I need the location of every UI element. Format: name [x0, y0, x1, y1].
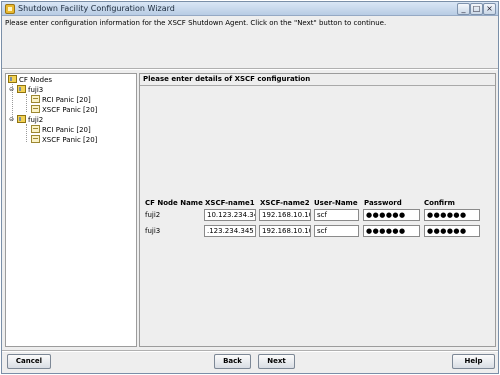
- confirm-password-field[interactable]: ●●●●●●: [424, 209, 480, 221]
- shutdown-agent-icon: [31, 105, 40, 113]
- tree-connector: [26, 124, 27, 142]
- column-header-confirm: Confirm: [424, 199, 455, 207]
- expand-toggle-icon[interactable]: ⊖: [9, 85, 15, 95]
- next-button[interactable]: Next: [258, 354, 295, 369]
- tree-leaf-rci-panic[interactable]: RCI Panic [20]: [31, 125, 91, 135]
- password-field[interactable]: ●●●●●●: [363, 225, 420, 237]
- shutdown-agent-icon: [31, 135, 40, 143]
- tree-node-label: fuji2: [28, 116, 44, 124]
- tree-leaf-xscf-panic[interactable]: XSCF Panic [20]: [31, 135, 97, 145]
- shutdown-agent-icon: [31, 125, 40, 133]
- column-header-user-name: User-Name: [314, 199, 358, 207]
- wizard-icon: [5, 4, 15, 14]
- xscf-name2-field[interactable]: 192.168.10.10: [259, 209, 311, 221]
- folder-node-icon: [8, 75, 17, 83]
- help-button[interactable]: Help: [452, 354, 495, 369]
- tree-connector: [26, 94, 27, 112]
- tree-node-fuji2[interactable]: fuji2: [17, 115, 43, 125]
- tree-leaf-label: XSCF Panic [20]: [42, 106, 98, 114]
- minimize-button[interactable]: _: [457, 3, 470, 15]
- details-separator: [140, 85, 495, 86]
- window-title: Shutdown Facility Configuration Wizard: [18, 4, 175, 13]
- column-header-password: Password: [364, 199, 402, 207]
- tree-root[interactable]: CF Nodes: [8, 75, 52, 85]
- xscf-name1-field[interactable]: .123.234.345: [204, 225, 256, 237]
- wizard-window: Shutdown Facility Configuration Wizard _…: [1, 1, 499, 374]
- xscf-name1-field[interactable]: 10.123.234.34: [204, 209, 256, 221]
- top-divider: [2, 68, 498, 70]
- expand-toggle-icon[interactable]: ⊖: [9, 115, 15, 125]
- tree-root-label: CF Nodes: [19, 76, 53, 84]
- user-name-field[interactable]: scf: [314, 225, 359, 237]
- shutdown-agent-icon: [31, 95, 40, 103]
- cancel-button[interactable]: Cancel: [7, 354, 51, 369]
- folder-node-icon: [17, 85, 26, 93]
- xscf-name2-field[interactable]: 192.168.10.10: [259, 225, 311, 237]
- xscf-details-panel: Please enter details of XSCF configurati…: [139, 73, 496, 347]
- password-field[interactable]: ●●●●●●: [363, 209, 420, 221]
- user-name-field[interactable]: scf: [314, 209, 359, 221]
- column-header-cf-node-name: CF Node Name: [145, 199, 203, 207]
- tree-node-fuji3[interactable]: fuji3: [17, 85, 43, 95]
- column-header-xscf-name1: XSCF-name1: [205, 199, 255, 207]
- folder-node-icon: [17, 115, 26, 123]
- row-node-name: fuji2: [145, 211, 161, 219]
- cf-node-tree[interactable]: CF Nodes ⊖ fuji3 RCI Panic [20] XSCF Pan…: [5, 73, 137, 347]
- tree-leaf-rci-panic[interactable]: RCI Panic [20]: [31, 95, 91, 105]
- details-header: Please enter details of XSCF configurati…: [143, 75, 311, 83]
- confirm-password-field[interactable]: ●●●●●●: [424, 225, 480, 237]
- close-button[interactable]: ×: [483, 3, 496, 15]
- column-header-xscf-name2: XSCF-name2: [260, 199, 310, 207]
- tree-leaf-label: RCI Panic [20]: [42, 96, 91, 104]
- tree-node-label: fuji3: [28, 86, 44, 94]
- back-button[interactable]: Back: [214, 354, 251, 369]
- bottom-divider: [2, 350, 498, 352]
- tree-leaf-label: XSCF Panic [20]: [42, 136, 98, 144]
- tree-leaf-xscf-panic[interactable]: XSCF Panic [20]: [31, 105, 97, 115]
- tree-leaf-label: RCI Panic [20]: [42, 126, 91, 134]
- instruction-text: Please enter configuration information f…: [5, 19, 387, 27]
- maximize-button[interactable]: □: [470, 3, 483, 15]
- row-node-name: fuji3: [145, 227, 161, 235]
- title-bar[interactable]: Shutdown Facility Configuration Wizard _…: [2, 2, 498, 16]
